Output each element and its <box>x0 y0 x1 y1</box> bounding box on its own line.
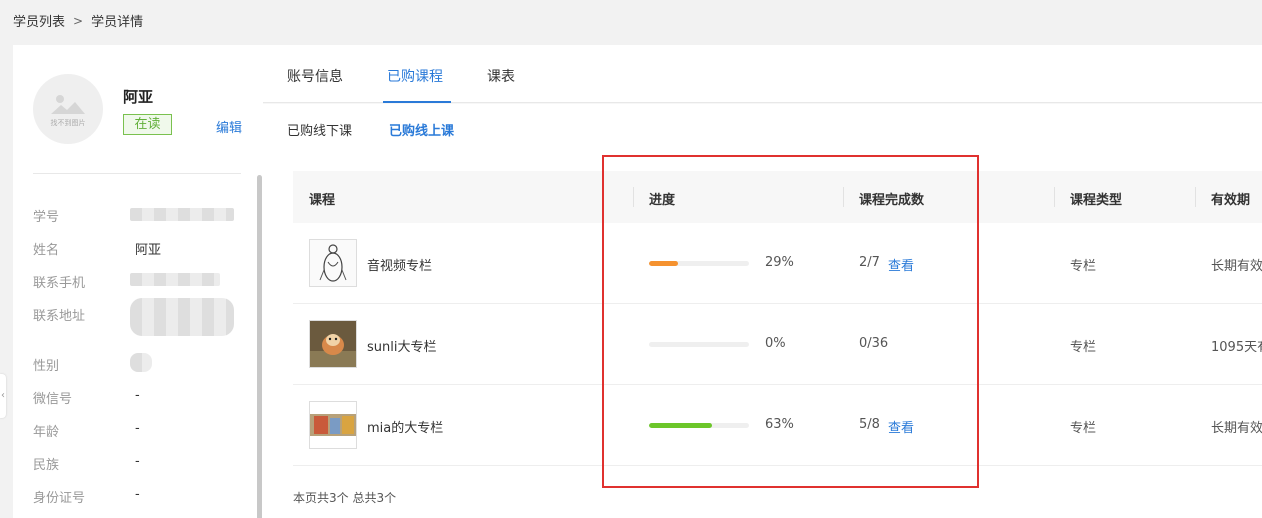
redacted-phone <box>130 273 220 286</box>
field-label-wechat: 微信号 <box>33 392 73 407</box>
field-label-name: 姓名 <box>33 243 60 258</box>
tab-bar: 账号信息 已购课程 课表 <box>263 45 1262 103</box>
course-thumbnail <box>309 239 357 287</box>
course-name: mia的大专栏 <box>367 421 444 436</box>
tab-schedule[interactable]: 课表 <box>487 66 515 86</box>
subtab-bar: 已购线下课 已购线上课 <box>263 104 1262 151</box>
validity: 长期有效 <box>1211 259 1262 274</box>
breadcrumb-current: 学员详情 <box>91 15 144 30</box>
divider <box>33 173 241 174</box>
breadcrumb: 学员列表 > 学员详情 <box>13 11 144 31</box>
image-placeholder-icon <box>51 95 85 114</box>
validity: 1095天有效 <box>1211 340 1262 355</box>
course-name: sunli大专栏 <box>367 340 437 355</box>
subtab-offline-courses[interactable]: 已购线下课 <box>287 120 352 139</box>
redacted-address <box>130 298 234 336</box>
field-label-gender: 性别 <box>33 359 60 374</box>
header-separator <box>1054 187 1055 207</box>
field-label-student-id: 学号 <box>33 210 60 225</box>
redacted-gender <box>130 353 152 372</box>
field-value-age: - <box>135 421 140 436</box>
profile-scrollbar[interactable] <box>257 175 262 518</box>
tab-purchased-courses[interactable]: 已购课程 <box>387 66 443 86</box>
header-type: 课程类型 <box>1070 193 1123 208</box>
course-type: 专栏 <box>1070 421 1097 436</box>
collapse-handle[interactable]: ‹ <box>0 374 6 418</box>
course-thumbnail <box>309 320 357 368</box>
active-tab-indicator <box>383 101 451 103</box>
field-label-age: 年龄 <box>33 425 60 440</box>
tab-account-info[interactable]: 账号信息 <box>287 66 343 86</box>
field-value-wechat: - <box>135 388 140 403</box>
edit-link[interactable]: 编辑 <box>216 117 242 136</box>
avatar-caption: 找不到图片 <box>50 119 86 127</box>
header-course: 课程 <box>309 193 336 208</box>
field-label-address: 联系地址 <box>33 309 86 324</box>
course-name: 音视频专栏 <box>367 259 433 274</box>
field-value-name: 阿亚 <box>135 243 162 258</box>
profile-panel: 找不到图片 阿亚 在读 编辑 学号 姓名 阿亚 联系手机 联系地址 性别 微信号… <box>13 45 263 518</box>
breadcrumb-parent[interactable]: 学员列表 <box>13 11 65 30</box>
field-value-ethnicity: - <box>135 454 140 469</box>
pagination-summary: 本页共3个 总共3个 <box>293 491 397 505</box>
course-thumbnail <box>309 401 357 449</box>
status-badge: 在读 <box>123 114 172 135</box>
subtab-online-courses[interactable]: 已购线上课 <box>389 120 454 139</box>
field-value-id-number: - <box>135 487 140 502</box>
header-separator <box>1195 187 1196 207</box>
course-type: 专栏 <box>1070 259 1097 274</box>
breadcrumb-separator: > <box>73 13 84 28</box>
validity: 长期有效 <box>1211 421 1262 436</box>
avatar: 找不到图片 <box>33 74 103 144</box>
field-label-phone: 联系手机 <box>33 276 86 291</box>
course-type: 专栏 <box>1070 340 1097 355</box>
field-label-ethnicity: 民族 <box>33 458 60 473</box>
header-validity: 有效期 <box>1211 193 1251 208</box>
student-name: 阿亚 <box>123 88 154 106</box>
field-label-id-number: 身份证号 <box>33 491 86 506</box>
redacted-student-id <box>130 208 234 221</box>
highlight-annotation-box <box>602 155 979 488</box>
